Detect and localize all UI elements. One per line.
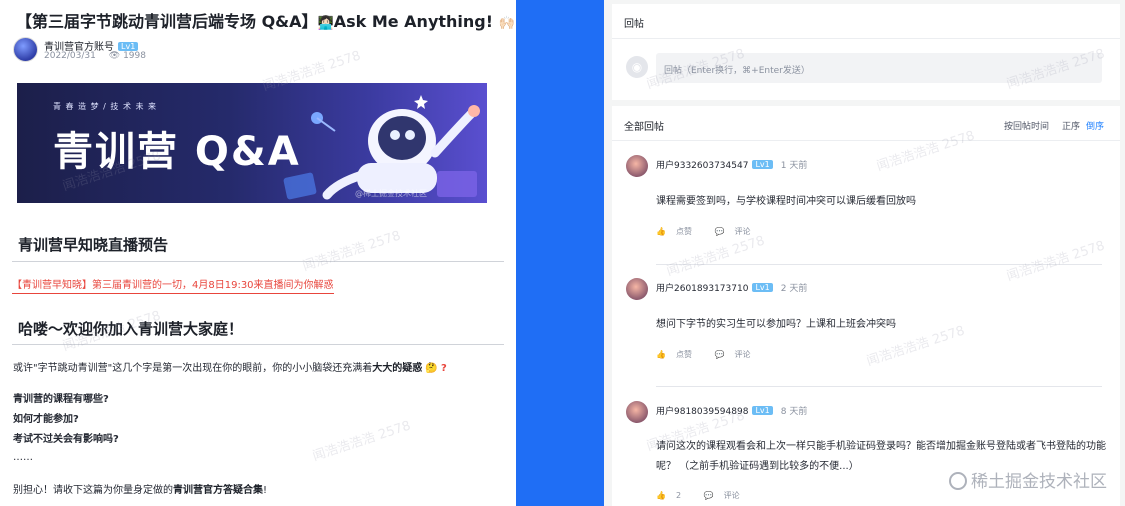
comment-text: 想问下字节的实习生可以参加吗？上课和上班会冲突吗 xyxy=(656,319,896,330)
sort-by-time[interactable]: 按回帖时间 xyxy=(1004,119,1049,132)
intro-paragraph: 或许"字节跳动青训营"这几个字是第一次出现在你的眼前，你的小小脑袋还充满着大大的… xyxy=(13,363,447,374)
sort-descending[interactable]: 倒序 xyxy=(1086,119,1104,132)
reply-input[interactable]: 回帖（Enter换行，⌘+Enter发送） xyxy=(656,53,1102,83)
closing-paragraph: 别担心！请收下这篇为你量身定做的青训营官方答疑合集! xyxy=(13,485,268,496)
comment-actions: 👍 点赞 💬 评论 xyxy=(656,226,770,237)
publish-date: 2022/03/31 xyxy=(44,51,96,61)
question-item: 青训营的课程有哪些? xyxy=(13,394,109,405)
like-button[interactable]: 👍 2 xyxy=(656,491,691,500)
comment-text-continued: 呢？ （之前手机验证码遇到比较多的不便...） xyxy=(656,461,859,472)
watermark-text: 闻浩浩浩浩 2578 xyxy=(300,228,403,275)
juejin-logo-icon xyxy=(949,472,967,490)
article-meta: 2022/03/31 👁 1998 xyxy=(44,51,146,61)
user-avatar-icon: ◉ xyxy=(626,56,648,78)
comment-button[interactable]: 💬 评论 xyxy=(715,227,761,236)
divider xyxy=(12,261,504,262)
reply-card: 回帖 ◉ 回帖（Enter换行，⌘+Enter发送） xyxy=(612,4,1120,100)
article-panel: 【第三届字节跳动青训营后端专场 Q&A】👩🏻‍💻Ask Me Anything!… xyxy=(0,0,516,506)
section-heading-welcome: 哈喽～欢迎你加入青训营大家庭！ xyxy=(18,320,244,338)
commenter-name[interactable]: 用户9818039594898 Lv1 8 天前 xyxy=(656,404,807,417)
thumbs-up-icon: 👍 xyxy=(656,350,666,359)
divider xyxy=(12,344,504,345)
comment-icon: 💬 xyxy=(714,227,725,236)
question-item: 如何才能参加? xyxy=(13,414,79,425)
comment-text: 请问这次的课程观看会和上次一样只能手机验证码登录吗？能否增加掘金账号登陆或者飞书… xyxy=(656,441,1106,452)
watermark-text: 闻浩浩浩浩 2578 xyxy=(310,418,413,465)
eye-icon: 👁 xyxy=(108,51,121,61)
comment-button[interactable]: 💬 评论 xyxy=(704,491,750,500)
banner-watermark: @稀土掘金技术社区 xyxy=(355,189,427,198)
sort-ascending[interactable]: 正序 xyxy=(1062,119,1080,132)
raised-hands-emoji-icon: 🙌🏻 xyxy=(498,16,515,31)
banner-slogan: 青 春 造 梦 / 技 术 未 来 xyxy=(53,102,158,111)
blue-separator xyxy=(516,0,604,506)
commenter-avatar[interactable] xyxy=(626,401,648,423)
commenter-name[interactable]: 用户2601893173710 Lv1 2 天前 xyxy=(656,281,807,294)
comment-icon: 💬 xyxy=(703,491,714,500)
girls-emoji-icon: 👩🏻‍💻 xyxy=(317,16,334,31)
like-button[interactable]: 👍 点赞 xyxy=(656,350,702,359)
comment-button[interactable]: 💬 评论 xyxy=(715,350,761,359)
commenter-avatar[interactable] xyxy=(626,278,648,300)
comment-actions: 👍 2 💬 评论 xyxy=(656,490,760,501)
question-item: 考试不过关会有影响吗? xyxy=(13,434,119,445)
comment-text: 课程需要签到吗，与学校课程时间冲突可以课后缓看回放吗 xyxy=(656,196,916,207)
commenter-avatar[interactable] xyxy=(626,155,648,177)
live-preview-link[interactable]: 【青训营早知晓】第三届青训营的一切，4月8日19:30来直播间为你解惑 xyxy=(12,276,334,294)
thumbs-up-icon: 👍 xyxy=(656,491,666,500)
ellipsis-text: …… xyxy=(13,452,33,463)
site-watermark: 稀土掘金技术社区 xyxy=(949,467,1107,492)
reply-title: 回帖 xyxy=(624,19,644,30)
level-badge: Lv1 xyxy=(118,42,139,51)
thinking-emoji-icon: 🤔 xyxy=(425,363,438,374)
commenter-name[interactable]: 用户9332603734547 Lv1 1 天前 xyxy=(656,158,807,171)
thumbs-up-icon: 👍 xyxy=(656,227,666,236)
section-heading-live: 青训营早知晓直播预告 xyxy=(18,236,169,254)
banner-image: 青 春 造 梦 / 技 术 未 来 青训营 Q&A @稀土掘金技术社区 xyxy=(17,83,487,203)
article-title: 【第三届字节跳动青训营后端专场 Q&A】👩🏻‍💻Ask Me Anything!… xyxy=(16,12,515,31)
comment-icon: 💬 xyxy=(714,350,725,359)
comment-actions: 👍 点赞 💬 评论 xyxy=(656,349,770,360)
comments-title: 全部回帖 xyxy=(624,122,664,133)
comments-panel: 回帖 ◉ 回帖（Enter换行，⌘+Enter发送） 全部回帖 按回帖时间 正序… xyxy=(604,0,1125,506)
banner-headline: 青训营 Q&A xyxy=(53,129,301,175)
like-button[interactable]: 👍 点赞 xyxy=(656,227,702,236)
author-avatar[interactable] xyxy=(13,37,38,62)
view-count: 1998 xyxy=(123,51,146,61)
